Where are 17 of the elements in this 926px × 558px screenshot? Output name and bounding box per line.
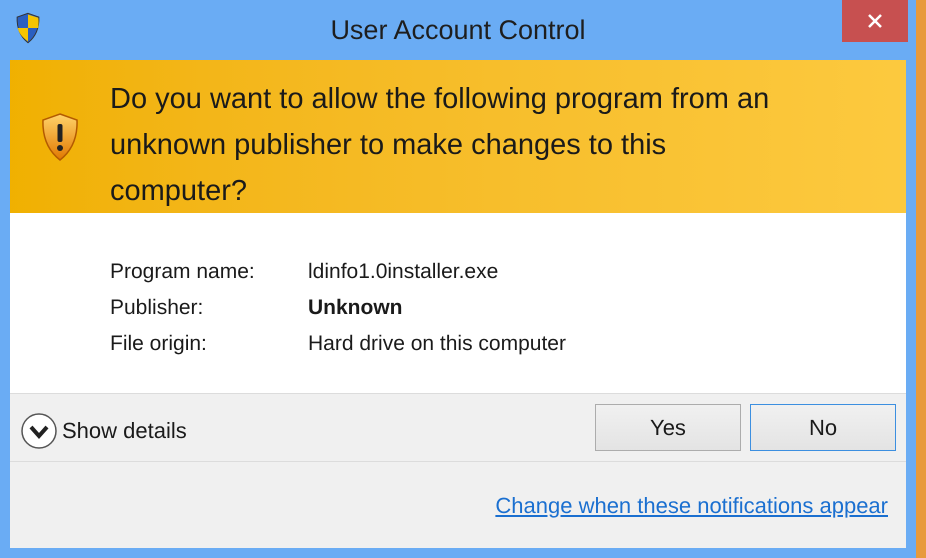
question-text: Do you want to allow the following program from an unknown publisher to make changes to this computer? xyxy=(110,82,770,209)
detail-value: Hard drive on this computer xyxy=(308,331,566,357)
detail-label: Program name: xyxy=(110,259,256,285)
detail-label: Publisher: xyxy=(110,295,204,321)
shield-icon xyxy=(14,12,42,44)
chevron-icon xyxy=(20,412,58,450)
detail-value: Unknown xyxy=(308,295,402,321)
notifications-link[interactable]: Change when these notifications appear xyxy=(495,488,888,522)
detail-value: ldinfo1.0installer.exe xyxy=(308,259,498,285)
close-button[interactable] xyxy=(842,0,908,42)
window-title: User Account Control xyxy=(330,14,586,47)
show-details-button[interactable]: Show details xyxy=(20,412,187,450)
dialog-button[interactable]: No xyxy=(750,404,896,451)
detail-label: File origin: xyxy=(110,331,208,357)
close-icon xyxy=(868,14,882,28)
dialog-button[interactable]: Yes xyxy=(595,404,741,451)
warning-shield-icon xyxy=(40,112,80,162)
